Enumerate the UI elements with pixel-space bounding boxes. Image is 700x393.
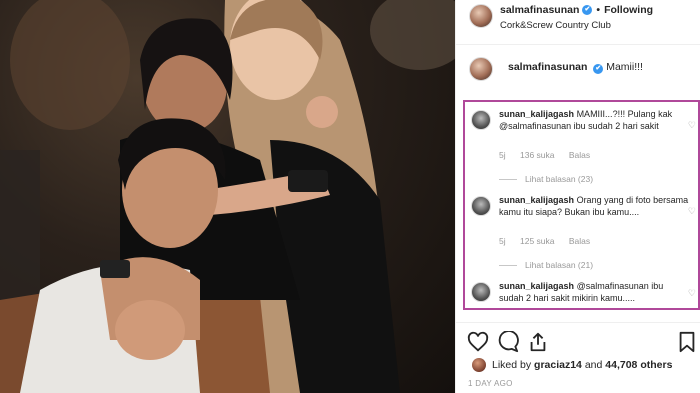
caption-body: Mamii!!! xyxy=(606,61,643,73)
comment-body: sunan_kalijagash @salmafinasunan ibu sud… xyxy=(499,280,689,304)
comment-reply-button[interactable]: Balas xyxy=(569,150,590,160)
comment-username[interactable]: sunan_kalijagash xyxy=(499,109,574,119)
replies-divider xyxy=(499,178,517,180)
heart-icon[interactable] xyxy=(467,331,489,353)
post-header: salmafinasunan ✔ • Following Cork&Screw … xyxy=(456,0,700,45)
highlighted-comments: sunan_kalijagash MAMIII...?!!! Pulang ka… xyxy=(463,100,700,310)
comment-item: sunan_kalijagash @salmafinasunan ibu sud… xyxy=(465,280,698,310)
post-timestamp: 1 DAY AGO xyxy=(468,379,513,388)
author-row: salmafinasunan ✔ • Following xyxy=(500,4,653,16)
comment-like-icon[interactable]: ♡ xyxy=(688,120,696,131)
post-location[interactable]: Cork&Screw Country Club xyxy=(500,20,611,31)
comment-icon[interactable] xyxy=(497,331,519,353)
comment-like-icon[interactable]: ♡ xyxy=(688,206,696,217)
view-replies[interactable]: Lihat balasan (21) xyxy=(499,260,593,270)
likes-prefix: Liked by xyxy=(492,359,532,371)
view-replies[interactable]: Lihat balasan (23) xyxy=(499,174,593,184)
comment-username[interactable]: sunan_kalijagash xyxy=(499,281,574,291)
likes-count[interactable]: 44,708 others xyxy=(605,359,672,371)
liker-username[interactable]: graciaz14 xyxy=(534,359,582,371)
comment-meta: 5j 125 suka Balas xyxy=(499,236,602,246)
comment-body: sunan_kalijagash Orang yang di foto bers… xyxy=(499,194,689,218)
commenter-avatar[interactable] xyxy=(471,110,491,130)
comment-age: 5j xyxy=(499,236,506,246)
following-button[interactable]: Following xyxy=(604,4,653,16)
likes-and: and xyxy=(584,359,603,371)
comment-username[interactable]: sunan_kalijagash xyxy=(499,195,574,205)
author-username[interactable]: salmafinasunan xyxy=(500,4,579,16)
comment-meta: 5j 136 suka Balas xyxy=(499,150,602,160)
commenter-avatar[interactable] xyxy=(471,196,491,216)
share-icon[interactable] xyxy=(527,331,549,353)
commenter-avatar[interactable] xyxy=(471,282,491,302)
view-replies-label[interactable]: Lihat balasan (23) xyxy=(525,174,593,184)
author-avatar[interactable] xyxy=(469,4,493,28)
caption-username[interactable]: salmafinasunan xyxy=(508,61,587,73)
comment-likes[interactable]: 125 suka xyxy=(520,236,555,246)
comment-body: sunan_kalijagash MAMIII...?!!! Pulang ka… xyxy=(499,108,689,132)
comment-age: 5j xyxy=(499,150,506,160)
separator-dot: • xyxy=(596,4,601,16)
caption-text: salmafinasunan ✔ Mamii!!! xyxy=(508,61,643,74)
bookmark-icon[interactable] xyxy=(676,331,698,353)
post-caption: salmafinasunan ✔ Mamii!!! xyxy=(456,55,700,85)
replies-divider xyxy=(499,264,517,266)
comment-item: sunan_kalijagash MAMIII...?!!! Pulang ka… xyxy=(465,108,698,188)
comment-item: sunan_kalijagash Orang yang di foto bers… xyxy=(465,194,698,274)
caption-avatar[interactable] xyxy=(469,57,493,81)
comment-likes[interactable]: 136 suka xyxy=(520,150,555,160)
comment-like-icon[interactable]: ♡ xyxy=(688,288,696,299)
post-photo[interactable] xyxy=(0,0,455,393)
photo-illustration xyxy=(0,0,455,393)
verified-icon: ✔ xyxy=(593,64,604,74)
likes-summary[interactable]: Liked by graciaz14 and 44,708 others xyxy=(472,358,672,372)
comment-reply-button[interactable]: Balas xyxy=(569,236,590,246)
post-action-bar xyxy=(455,322,700,357)
liker-avatar xyxy=(472,358,486,372)
verified-icon: ✔ xyxy=(582,5,593,15)
view-replies-label[interactable]: Lihat balasan (21) xyxy=(525,260,593,270)
